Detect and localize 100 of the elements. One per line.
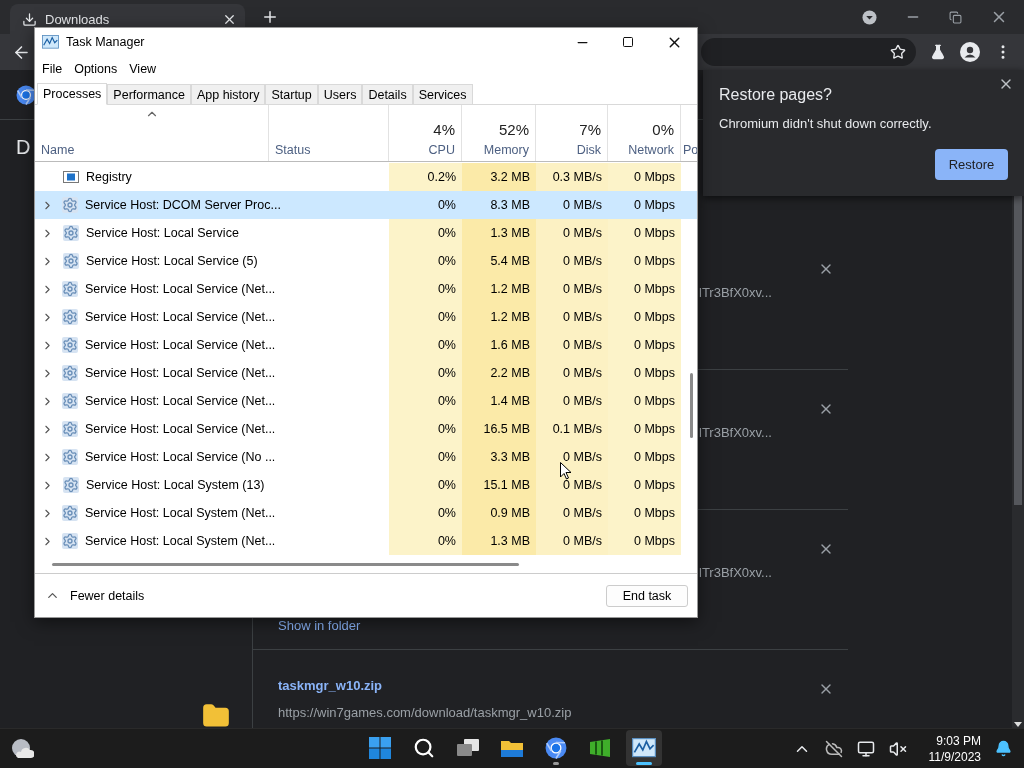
- speaker-muted-icon[interactable]: [888, 739, 907, 758]
- table-cell: 0 Mbps: [608, 359, 681, 387]
- table-cell: 0%: [389, 471, 462, 499]
- column-header[interactable]: 52% Memory: [462, 105, 536, 161]
- monitor-icon[interactable]: [856, 739, 875, 758]
- page-heading: D: [16, 136, 31, 158]
- restore-button[interactable]: Restore: [935, 149, 1008, 180]
- table-cell: 1.3 MB: [462, 527, 536, 555]
- tab[interactable]: Processes: [37, 83, 108, 105]
- end-task-button[interactable]: End task: [606, 584, 688, 607]
- gear-icon: [62, 421, 78, 437]
- table-cell: 0 Mbps: [608, 275, 681, 303]
- table-cell: 0 Mbps: [608, 443, 681, 471]
- task-view-icon: [456, 738, 480, 758]
- table-cell: 1.3 MB: [462, 219, 536, 247]
- profile-button[interactable]: [960, 42, 980, 62]
- process-name: Service Host: Local Service (Net...: [85, 422, 276, 436]
- column-header[interactable]: 4% CPU: [389, 105, 462, 161]
- column-header[interactable]: 0% Network: [608, 105, 681, 161]
- table-cell: 0%: [389, 219, 462, 247]
- table-cell: 0 Mbps: [608, 303, 681, 331]
- process-row[interactable]: Service Host: Local Service 0% 1.3 MB 0 MB/s 0 Mbps: [35, 219, 697, 247]
- menu-item[interactable]: View: [124, 62, 162, 76]
- bell-icon[interactable]: [995, 740, 1012, 757]
- process-row[interactable]: Service Host: Local System (Net... 0% 1.3 MB 0 MB/s 0 Mbps: [35, 527, 697, 555]
- tab[interactable]: Services: [412, 84, 473, 104]
- column-label: Po: [683, 143, 697, 157]
- gear-icon: [62, 365, 78, 381]
- column-total: 52%: [498, 121, 529, 138]
- table-cell: 0 MB/s: [536, 471, 608, 499]
- registry-icon: [63, 169, 79, 185]
- show-in-folder-link[interactable]: Show in folder: [278, 617, 361, 635]
- menu-item[interactable]: File: [37, 62, 68, 76]
- download-url: lTr3BfX0xv...: [699, 284, 772, 302]
- process-row[interactable]: Service Host: Local Service (Net... 0% 2.2 MB 0 MB/s 0 Mbps: [35, 359, 697, 387]
- table-cell: 0 MB/s: [536, 443, 608, 471]
- restore-icon[interactable]: [949, 10, 962, 24]
- weather-icon[interactable]: [10, 737, 34, 760]
- menu-item[interactable]: Options: [69, 62, 123, 76]
- chromium-icon: [545, 737, 567, 759]
- column-label: Network: [628, 143, 674, 157]
- process-name: Service Host: Local Service (5): [86, 254, 258, 268]
- column-header[interactable]: Status: [269, 105, 389, 161]
- clock[interactable]: 9:03 PM 11/9/2023: [928, 732, 981, 765]
- column-label: Status: [275, 143, 311, 157]
- table-cell: 0 Mbps: [608, 331, 681, 359]
- process-row[interactable]: Service Host: Local Service (Net... 0% 1.2 MB 0 MB/s 0 Mbps: [35, 275, 697, 303]
- dialog-title: Restore pages?: [719, 86, 833, 104]
- task-manager-icon: [42, 35, 59, 49]
- tab[interactable]: App history: [190, 84, 266, 104]
- search-icon: [413, 737, 435, 759]
- process-row[interactable]: Service Host: Local Service (5) 0% 5.4 MB 0 MB/s 0 Mbps: [35, 247, 697, 275]
- mouse-pointer-icon: [560, 462, 572, 480]
- taskbar-button[interactable]: [626, 730, 662, 766]
- new-tab-button[interactable]: [261, 8, 279, 26]
- file-link[interactable]: taskmgr_w10.zip: [278, 677, 383, 695]
- tab[interactable]: Performance: [107, 84, 191, 104]
- process-row[interactable]: Service Host: Local Service (Net... 0% 1.6 MB 0 MB/s 0 Mbps: [35, 331, 697, 359]
- column-header[interactable]: 7% Disk: [536, 105, 608, 161]
- table-cell: 0%: [389, 359, 462, 387]
- column-header[interactable]: Name: [35, 105, 269, 161]
- process-name: Service Host: Local System (13): [86, 478, 265, 492]
- gear-icon: [63, 253, 79, 269]
- table-cell: 0 Mbps: [608, 471, 681, 499]
- process-row[interactable]: Registry 0.2% 3.2 MB 0.3 MB/s 0 Mbps: [35, 163, 697, 191]
- gear-icon: [62, 337, 78, 353]
- gear-icon: [62, 533, 78, 549]
- table-cell: 3.2 MB: [462, 163, 536, 191]
- process-name: Service Host: Local Service (Net...: [85, 366, 276, 380]
- column-label: Name: [41, 143, 75, 157]
- maximize-icon[interactable]: [622, 36, 634, 48]
- time-text: 9:03 PM: [936, 732, 981, 749]
- process-row[interactable]: Service Host: Local Service (No ... 0% 3.3 MB 0 MB/s 0 Mbps: [35, 443, 697, 471]
- table-cell: 0 MB/s: [536, 303, 608, 331]
- flask-icon[interactable]: [930, 44, 946, 60]
- process-name: Service Host: Local Service (Net...: [85, 282, 276, 296]
- process-name: Registry: [86, 170, 132, 184]
- column-total: 0%: [652, 121, 674, 138]
- process-row[interactable]: Service Host: Local Service (Net... 0% 16.5 MB 0.1 MB/s 0 Mbps: [35, 415, 697, 443]
- process-row[interactable]: Service Host: Local Service (Net... 0% 1.2 MB 0 MB/s 0 Mbps: [35, 303, 697, 331]
- tab[interactable]: Users: [317, 84, 363, 104]
- table-cell: 2.2 MB: [462, 359, 536, 387]
- tab[interactable]: Startup: [265, 84, 318, 104]
- process-row[interactable]: Service Host: Local Service (Net... 0% 1.4 MB 0 MB/s 0 Mbps: [35, 387, 697, 415]
- window-title: Task Manager: [66, 35, 146, 49]
- scroll-thumb[interactable]: [690, 373, 693, 438]
- fewer-details-button[interactable]: Fewer details: [45, 588, 145, 603]
- tab-search-button[interactable]: [862, 9, 877, 25]
- process-row[interactable]: Service Host: Local System (13) 0% 15.1 MB 0 MB/s 0 Mbps: [35, 471, 697, 499]
- process-row[interactable]: Service Host: Local System (Net... 0% 0.9 MB 0 MB/s 0 Mbps: [35, 499, 697, 527]
- process-row[interactable]: Service Host: DCOM Server Proc... 0% 8.3 MB 0 MB/s 0 Mbps: [35, 191, 697, 219]
- tab[interactable]: Details: [362, 84, 413, 104]
- table-cell: 0 Mbps: [608, 415, 681, 443]
- column-label: Disk: [576, 143, 601, 157]
- scroll-thumb[interactable]: [52, 562, 519, 566]
- bookmark-star-icon[interactable]: [890, 44, 906, 60]
- table-cell: 0 Mbps: [608, 163, 681, 191]
- cloud-off-icon[interactable]: [824, 739, 843, 758]
- column-header[interactable]: Po: [681, 105, 697, 161]
- download-url: lTr3BfX0xv...: [699, 424, 772, 442]
